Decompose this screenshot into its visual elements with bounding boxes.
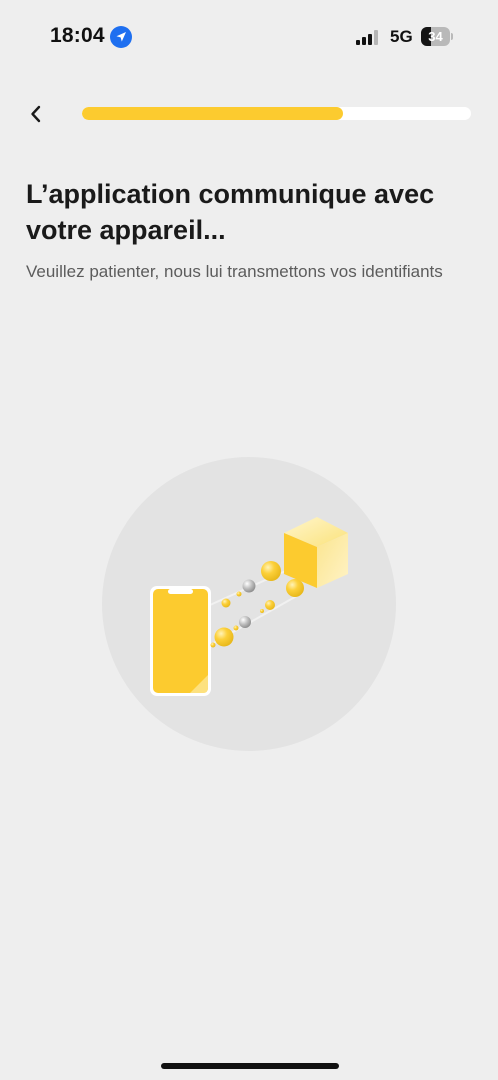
illustration-background-circle bbox=[102, 457, 396, 751]
page-subtitle: Veuillez patienter, nous lui transmetton… bbox=[26, 262, 443, 281]
status-bar: 18:04 5G 34 bbox=[0, 0, 498, 72]
battery-icon: 34 bbox=[421, 27, 453, 46]
status-time: 18:04 bbox=[50, 24, 105, 47]
home-indicator bbox=[161, 1063, 339, 1069]
page-title: L’application communique avec votre appa… bbox=[26, 179, 435, 245]
phone-icon bbox=[150, 586, 211, 696]
chevron-left-icon bbox=[31, 105, 41, 123]
progress-bar-fill bbox=[82, 107, 343, 120]
battery-level-text: 34 bbox=[428, 29, 443, 44]
device-transfer-illustration bbox=[102, 457, 396, 751]
back-button[interactable] bbox=[20, 98, 52, 130]
location-arrow-icon bbox=[110, 26, 132, 48]
network-type-label: 5G bbox=[390, 27, 413, 46]
progress-bar bbox=[82, 107, 471, 120]
cellular-signal-icon bbox=[356, 30, 378, 45]
